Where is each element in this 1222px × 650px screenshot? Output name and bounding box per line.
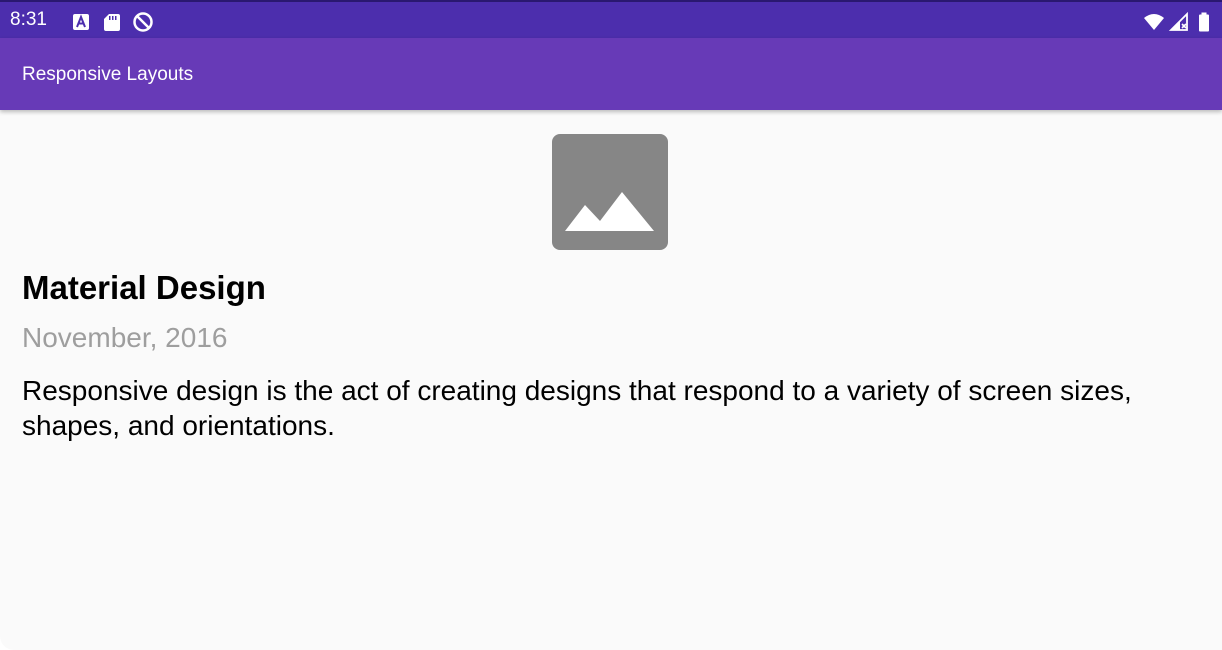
wifi-icon xyxy=(1144,14,1164,30)
image-placeholder xyxy=(552,134,668,250)
status-time: 8:31 xyxy=(10,9,47,30)
image-placeholder-icon xyxy=(565,192,654,231)
status-bar: 8:31 xyxy=(0,0,1222,38)
sd-card-icon xyxy=(104,14,120,31)
battery-icon xyxy=(1199,12,1209,32)
headline: Material Design xyxy=(22,269,266,306)
app-bar: Responsive Layouts xyxy=(0,38,1222,110)
cell-signal-no-data-icon xyxy=(1168,11,1188,31)
publish-date: November, 2016 xyxy=(22,322,228,353)
app-title: Responsive Layouts xyxy=(22,64,194,85)
app-a-icon xyxy=(73,14,89,30)
body-text: Responsive design is the act of creating… xyxy=(22,375,1132,441)
do-not-disturb-icon xyxy=(133,12,153,32)
app-screen: 8:31 Responsive Layouts Material Design … xyxy=(0,0,1222,650)
